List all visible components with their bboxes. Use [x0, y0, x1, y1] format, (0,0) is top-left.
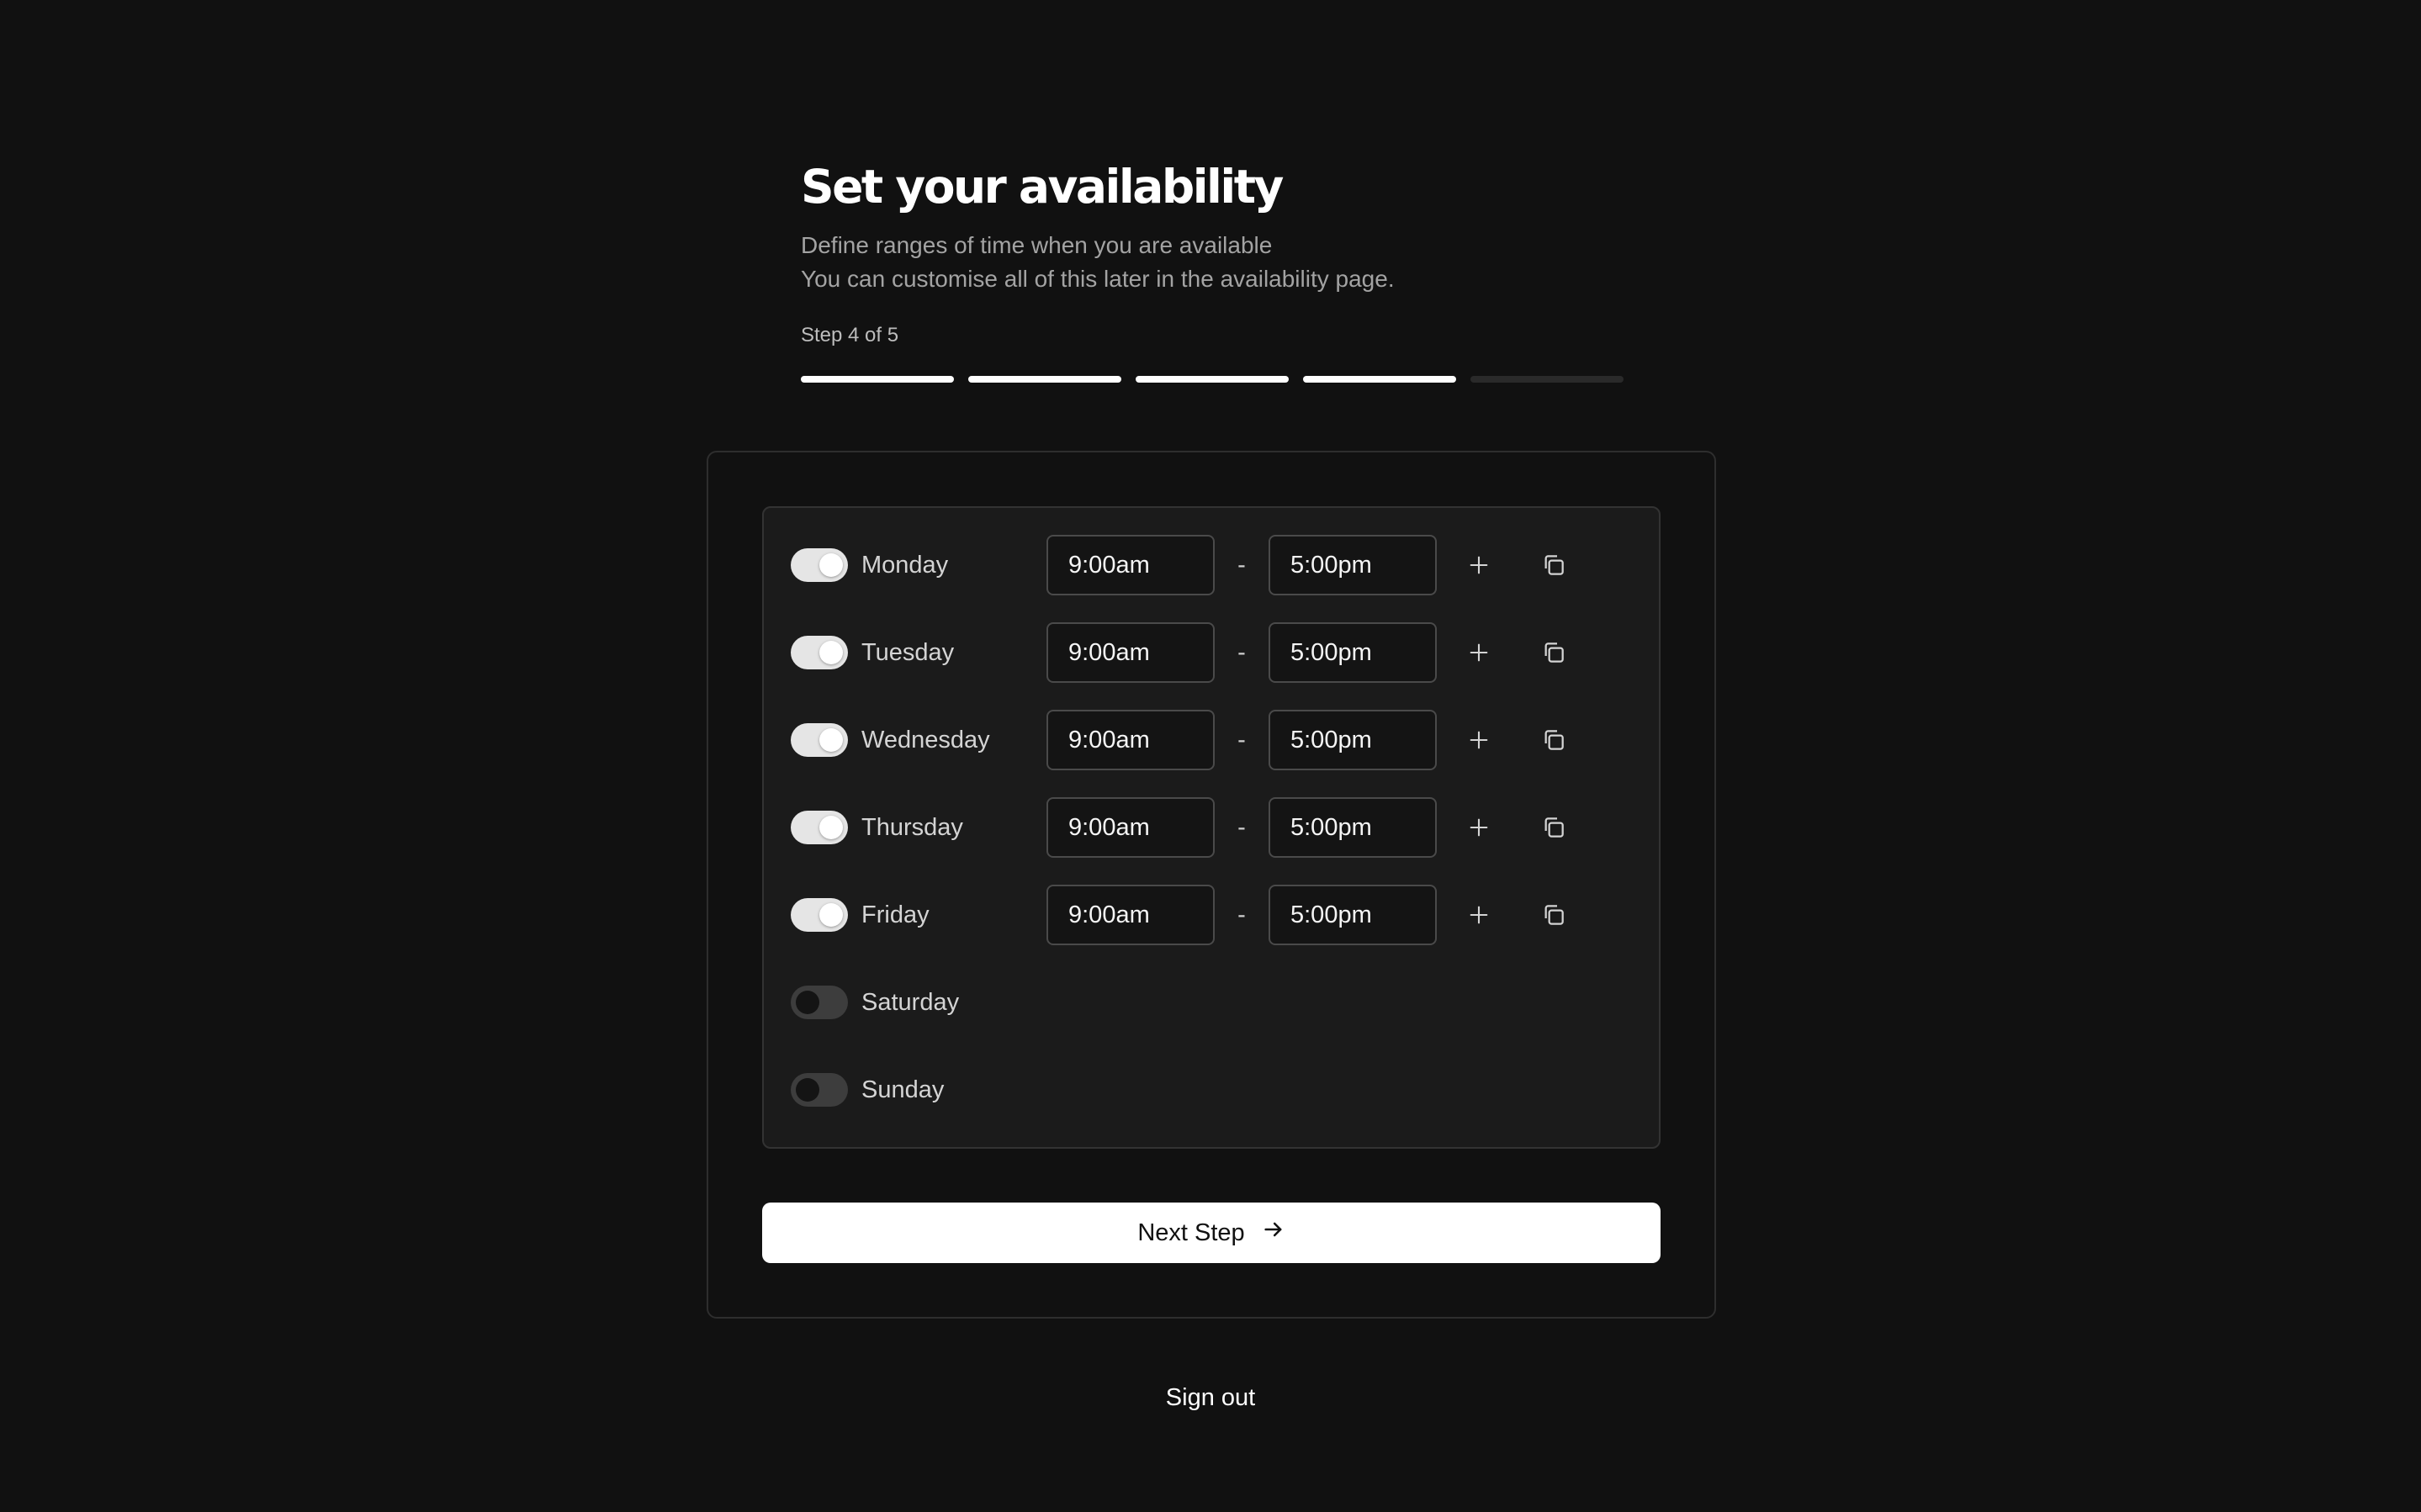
progress-segment	[801, 376, 954, 383]
toggle-knob	[819, 816, 843, 839]
plus-icon[interactable]	[1459, 807, 1499, 848]
progress-segment	[1136, 376, 1289, 383]
time-range-separator: -	[1237, 726, 1246, 753]
progress-segment	[1470, 376, 1624, 383]
copy-icon[interactable]	[1534, 632, 1574, 673]
day-toggle-saturday[interactable]	[791, 986, 848, 1019]
page-subtitle: Define ranges of time when you are avail…	[801, 229, 1625, 296]
toggle-knob	[819, 553, 843, 577]
plus-icon[interactable]	[1459, 720, 1499, 760]
day-toggle-tuesday[interactable]	[791, 636, 848, 669]
day-label: Tuesday	[861, 638, 955, 666]
next-step-button[interactable]: Next Step	[762, 1203, 1661, 1263]
day-toggle-thursday[interactable]	[791, 811, 848, 844]
start-time-select[interactable]: 9:00am	[1046, 622, 1215, 683]
subtitle-line-1: Define ranges of time when you are avail…	[801, 232, 1273, 258]
weekly-schedule: Monday 9:00am -5:00pm Tuesday 9:00am -5:00pm W…	[762, 506, 1661, 1149]
day-label: Friday	[861, 901, 930, 928]
copy-icon[interactable]	[1534, 545, 1574, 585]
end-time-select[interactable]: 5:00pm	[1269, 622, 1437, 683]
start-time-select[interactable]: 9:00am	[1046, 710, 1215, 770]
plus-icon[interactable]	[1459, 545, 1499, 585]
toggle-knob	[819, 728, 843, 752]
availability-card: Monday 9:00am -5:00pm Tuesday 9:00am -5:00pm W…	[707, 451, 1716, 1319]
day-row-wednesday: Wednesday 9:00am -5:00pm	[791, 710, 1632, 770]
next-step-label: Next Step	[1137, 1219, 1245, 1246]
end-time-select[interactable]: 5:00pm	[1269, 797, 1437, 858]
arrow-right-icon	[1262, 1218, 1285, 1248]
day-toggle-wednesday[interactable]	[791, 723, 848, 757]
toggle-knob	[819, 903, 843, 927]
start-time-select[interactable]: 9:00am	[1046, 797, 1215, 858]
time-range-separator: -	[1237, 813, 1246, 841]
start-time-select[interactable]: 9:00am	[1046, 535, 1215, 595]
page-title: Set your availability	[801, 160, 1284, 214]
progress-segment	[1303, 376, 1456, 383]
end-time-select[interactable]: 5:00pm	[1269, 885, 1437, 945]
start-time-select[interactable]: 9:00am	[1046, 885, 1215, 945]
day-toggle-monday[interactable]	[791, 548, 848, 582]
subtitle-line-2: You can customise all of this later in t…	[801, 266, 1395, 292]
toggle-knob	[796, 1078, 819, 1102]
day-toggle-sunday[interactable]	[791, 1073, 848, 1107]
day-row-monday: Monday 9:00am -5:00pm	[791, 535, 1632, 595]
progress-segment	[968, 376, 1121, 383]
plus-icon[interactable]	[1459, 632, 1499, 673]
day-row-sunday: Sunday	[791, 1060, 1632, 1120]
end-time-select[interactable]: 5:00pm	[1269, 710, 1437, 770]
plus-icon[interactable]	[1459, 895, 1499, 935]
sign-out-link[interactable]: Sign out	[1126, 1384, 1295, 1412]
copy-icon[interactable]	[1534, 895, 1574, 935]
day-label: Monday	[861, 551, 949, 579]
time-range-separator: -	[1237, 901, 1246, 928]
step-progress-bar	[801, 376, 1624, 383]
day-label: Thursday	[861, 813, 963, 841]
time-range-separator: -	[1237, 551, 1246, 579]
day-row-thursday: Thursday 9:00am -5:00pm	[791, 797, 1632, 858]
day-label: Saturday	[861, 988, 960, 1016]
day-row-friday: Friday 9:00am -5:00pm	[791, 885, 1632, 945]
copy-icon[interactable]	[1534, 807, 1574, 848]
day-row-tuesday: Tuesday 9:00am -5:00pm	[791, 622, 1632, 683]
step-indicator-label: Step 4 of 5	[801, 324, 899, 346]
end-time-select[interactable]: 5:00pm	[1269, 535, 1437, 595]
time-range-separator: -	[1237, 638, 1246, 666]
day-toggle-friday[interactable]	[791, 898, 848, 932]
day-label: Sunday	[861, 1076, 945, 1103]
toggle-knob	[796, 991, 819, 1014]
toggle-knob	[819, 641, 843, 664]
day-row-saturday: Saturday	[791, 972, 1632, 1033]
day-label: Wednesday	[861, 726, 990, 753]
page-header: Set your availability Define ranges of t…	[801, 156, 1625, 348]
copy-icon[interactable]	[1534, 720, 1574, 760]
